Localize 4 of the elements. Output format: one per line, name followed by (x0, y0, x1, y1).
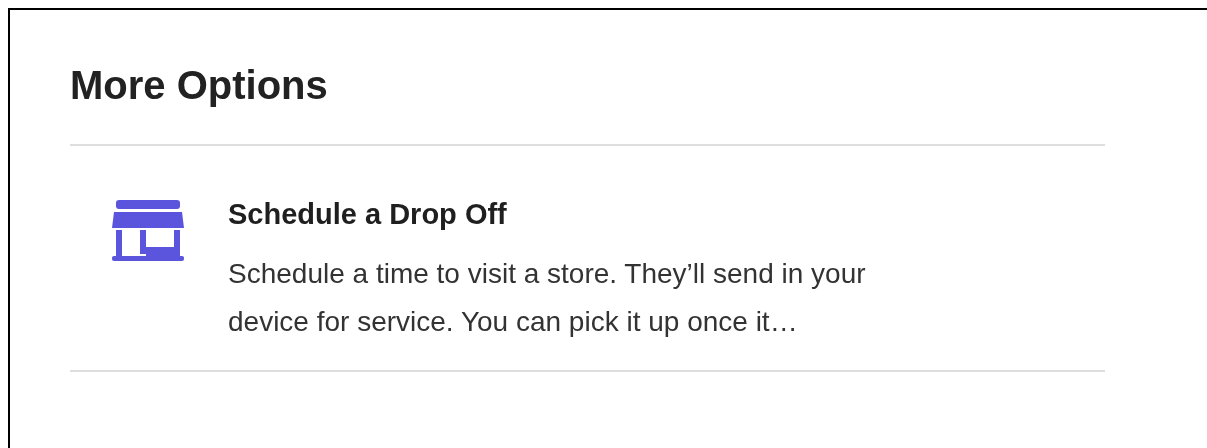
section-title: More Options (70, 62, 329, 109)
store-icon (112, 200, 184, 262)
option-title[interactable]: Schedule a Drop Off (228, 194, 888, 234)
option-description: Schedule a time to visit a store. They’ll send in your device for service. You can pick it up once it… (228, 257, 867, 339)
